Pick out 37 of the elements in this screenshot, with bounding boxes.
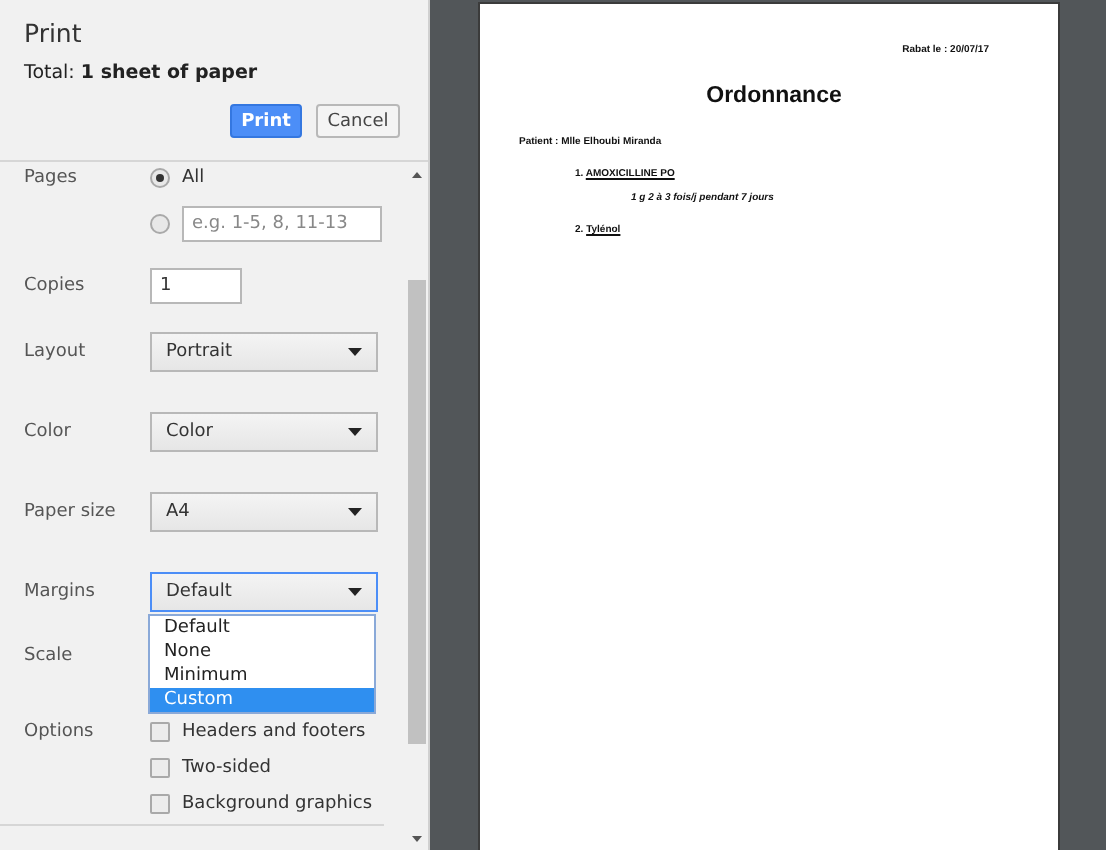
- checkbox[interactable]: [150, 758, 170, 778]
- setting-label: Color: [24, 422, 73, 442]
- checkbox-label: Headers and footers: [182, 722, 366, 742]
- checkbox-label: Two-sided: [182, 758, 271, 778]
- caret-icon: [348, 508, 362, 516]
- scroll-up-icon[interactable]: [412, 172, 422, 178]
- setting-label: Margins: [24, 582, 97, 602]
- caret-icon: [348, 588, 362, 596]
- checkbox-label: Background graphics: [182, 794, 373, 814]
- dropdown-option[interactable]: None: [150, 640, 374, 664]
- select-dropdown[interactable]: Default: [150, 572, 378, 612]
- caret-icon: [348, 428, 362, 436]
- dropdown-option[interactable]: Default: [150, 616, 374, 640]
- setting-label: Layout: [24, 342, 88, 362]
- setting-label: Copies: [24, 276, 87, 296]
- select-dropdown[interactable]: A4: [150, 492, 378, 532]
- pages-field[interactable]: e.g. 1-5, 8, 11-13: [182, 206, 382, 242]
- setting-label: Scale: [24, 646, 75, 666]
- radio-button[interactable]: [150, 214, 170, 234]
- dropdown-option[interactable]: Minimum: [150, 664, 374, 688]
- setting-label: Options: [24, 722, 96, 742]
- setting-label: Paper size: [24, 502, 118, 522]
- scroll-down-icon[interactable]: [412, 836, 422, 842]
- cancel-button[interactable]: Cancel: [316, 104, 400, 138]
- dialog-title: Print: [24, 16, 82, 48]
- copies-field[interactable]: 1: [150, 268, 242, 304]
- total-text: Total: 1 sheet of paper: [24, 62, 260, 84]
- checkbox[interactable]: [150, 794, 170, 814]
- caret-icon: [348, 348, 362, 356]
- document-title: Ordonnance: [706, 84, 842, 108]
- setting-label: Pages: [24, 168, 79, 188]
- select-dropdown[interactable]: Color: [150, 412, 378, 452]
- scrollbar-thumb[interactable]: [408, 280, 426, 744]
- radio-button[interactable]: [150, 168, 170, 188]
- select-dropdown[interactable]: Portrait: [150, 332, 378, 372]
- radio-label: All: [182, 168, 205, 188]
- checkbox[interactable]: [150, 722, 170, 742]
